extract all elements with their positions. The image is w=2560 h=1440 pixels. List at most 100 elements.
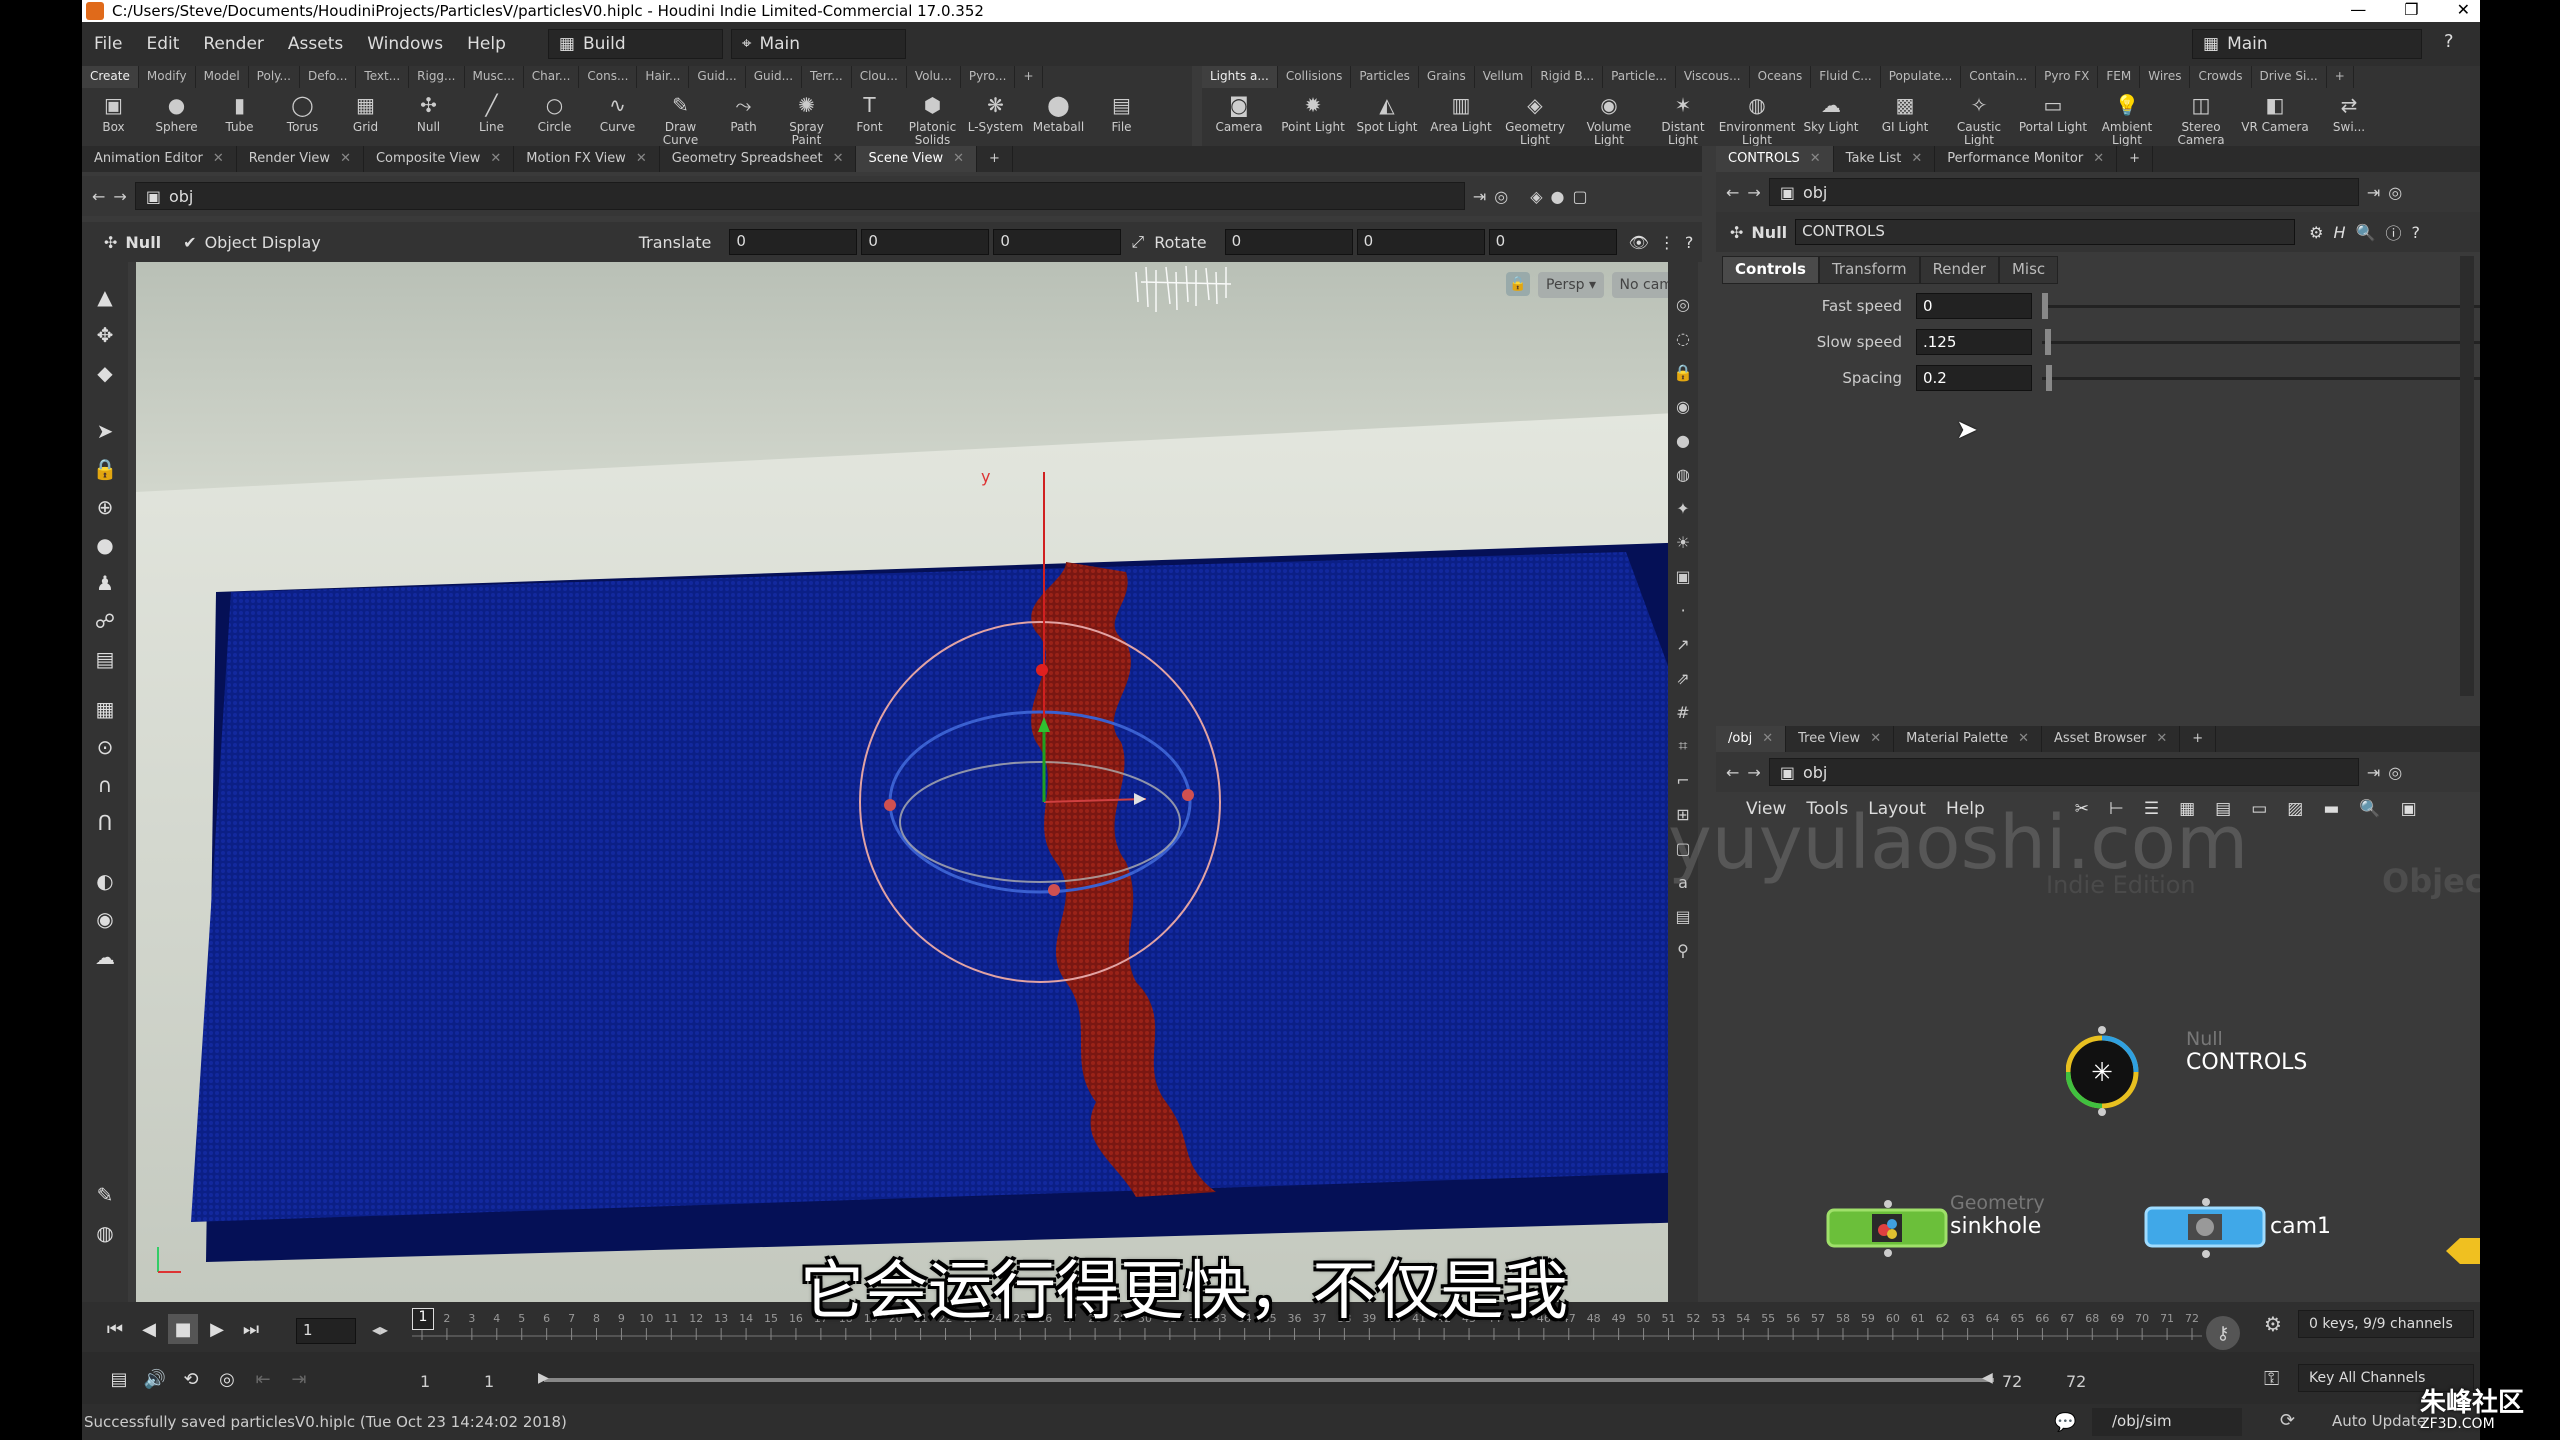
shelf-right-tab[interactable]: Pyro FX [2036,66,2099,88]
param-pane-tab-close-icon[interactable]: ✕ [2093,151,2104,167]
playhead[interactable]: 1 [412,1308,434,1330]
shelf-right-tab[interactable]: Viscous... [1675,66,1750,88]
left-pane-tab[interactable]: Scene View ✕ [856,146,978,172]
pin-icon[interactable]: ⇥ [1473,187,1486,206]
ghost-icon[interactable]: ◌ [1671,326,1695,350]
shelf-right-tab[interactable]: Populate... [1880,66,1962,88]
select-icon[interactable]: ▲ [90,282,120,312]
bounds-icon[interactable]: ⌐ [1671,768,1695,792]
shelf-right-tab[interactable]: FEM [2098,66,2141,88]
menu-help[interactable]: Help [455,34,518,54]
param-slider[interactable] [2042,328,2480,355]
shelf-left-tab[interactable]: Char... [523,66,580,88]
menu-assets[interactable]: Assets [276,34,355,54]
shelf-left-tool-path[interactable]: ⤳ Path [712,88,775,146]
globe-icon[interactable]: ◍ [90,1218,120,1248]
shelf-right-tool-distant-light[interactable]: ✶ Distant Light [1646,88,1720,146]
search-icon[interactable]: 🔍 [2359,799,2380,819]
next-key-icon[interactable]: ⇥ [284,1364,314,1394]
shelf-left-tab[interactable]: Text... [356,66,410,88]
network-pane-add-tab-icon[interactable]: + [2180,726,2217,752]
left-pane-tab-close-icon[interactable]: ✕ [833,151,844,167]
shelf-right-add-tab-icon[interactable]: + [2326,66,2354,88]
shelf-right-tab[interactable]: Fluid C... [1811,66,1881,88]
shelf-right-tool-caustic-light[interactable]: ✧ Caustic Light [1942,88,2016,146]
left-pane-tab[interactable]: Geometry Spreadsheet ✕ [660,146,857,172]
shelf-left-tool-circle[interactable]: ○ Circle [523,88,586,146]
snapshot-icon[interactable]: ▣ [2401,799,2417,819]
sticky-note-icon[interactable]: ▭ [2251,799,2267,819]
display-options-icon[interactable]: ◈ [1530,187,1542,206]
view-icon[interactable]: ◐ [90,866,120,896]
pose-icon[interactable]: ♟ [90,568,120,598]
snap-point-icon[interactable]: ⊙ [90,732,120,762]
param-pane-tab[interactable]: CONTROLS ✕ [1716,146,1834,172]
shelf-left-tool-spray-paint[interactable]: ✺ Spray Paint [775,88,838,146]
left-pane-tab[interactable]: Motion FX View ✕ [514,146,660,172]
left-pane-tab-close-icon[interactable]: ✕ [490,151,501,167]
shading-icon[interactable]: ● [1551,187,1565,206]
minimize-button[interactable]: — [2350,0,2366,19]
param-value-field[interactable]: 0 [1916,293,2032,319]
shelf-right-tab[interactable]: Collisions [1277,66,1352,88]
param-slider[interactable] [2042,292,2480,319]
shelf-left-tool-file[interactable]: ▤ File [1090,88,1153,146]
shelf-right-tab[interactable]: Oceans [1749,66,1812,88]
handle-icon[interactable]: ◆ [90,358,120,388]
shelf-left-tool-l-system[interactable]: ❋ L-System [964,88,1027,146]
menu-edit[interactable]: Edit [134,34,191,54]
range-start-handle-icon[interactable]: ▶ [538,1370,549,1386]
shelf-right-tool-volume-light[interactable]: ◉ Volume Light [1572,88,1646,146]
current-frame-field[interactable]: 1 [296,1318,356,1344]
shelf-left-tab[interactable]: Musc... [464,66,524,88]
shelf-left-tool-tube[interactable]: ▮ Tube [208,88,271,146]
range-start-visible-field[interactable]: 1 [484,1372,494,1391]
transform-icon[interactable]: ✥ [90,320,120,350]
restore-button[interactable]: ❐ [2404,0,2418,19]
shelf-left-tool-platonic-solids[interactable]: ⬢ Platonic Solids [901,88,964,146]
rig-icon[interactable]: ☍ [90,606,120,636]
shelf-right-tab[interactable]: Particles [1351,66,1419,88]
rotate-x-field[interactable]: 0 [1224,229,1353,255]
camera-view-icon[interactable]: ◉ [90,904,120,934]
search-icon[interactable]: 🔍 [2356,223,2376,242]
network-pane-tab[interactable]: Material Palette ✕ [1894,726,2042,752]
help-icon[interactable]: ? [2444,31,2454,52]
shelf-right-tool-swi-[interactable]: ⇄ Swi... [2312,88,2386,146]
network-path-field[interactable]: ▣ obj [1768,758,2359,786]
shelf-right-tool-portal-light[interactable]: ▭ Portal Light [2016,88,2090,146]
left-pane-tab[interactable]: Animation Editor ✕ [82,146,237,172]
left-pane-tab[interactable]: Render View ✕ [237,146,364,172]
checkbox-checked-icon[interactable]: ✔ [183,233,196,252]
shelf-right-tool-vr-camera[interactable]: ◧ VR Camera [2238,88,2312,146]
rotate-z-field[interactable]: 0 [1488,229,1617,255]
shelf-left-tool-metaball[interactable]: ⬤ Metaball [1027,88,1090,146]
shelf-left-tab[interactable]: Volu... [906,66,961,88]
network-pane-tab-close-icon[interactable]: ✕ [2156,731,2167,747]
pin-icon[interactable]: ⇥ [2367,763,2380,782]
cam1-node-name[interactable]: cam1 [2270,1214,2331,1239]
snap-magnet-icon[interactable]: Ո [90,808,120,838]
loop-icon[interactable]: ⟲ [176,1364,206,1394]
param-tab-controls[interactable]: Controls [1722,256,1819,284]
network-pane-tab[interactable]: Asset Browser ✕ [2042,726,2181,752]
param-scrollbar[interactable] [2460,256,2474,696]
network-pane-tab-close-icon[interactable]: ✕ [1870,731,1881,747]
pin-view-icon[interactable]: ⚲ [1671,938,1695,962]
param-value-field[interactable]: .125 [1916,329,2032,355]
visibility-icon[interactable]: ◎ [1671,292,1695,316]
param-value-field[interactable]: 0.2 [1916,365,2032,391]
shelf-right-tool-camera[interactable]: ◙ Camera [1202,88,1276,146]
left-pane-tab-close-icon[interactable]: ✕ [213,151,224,167]
param-tab-render[interactable]: Render [1919,256,1999,284]
shelf-right-tool-geometry-light[interactable]: ◈ Geometry Light [1498,88,1572,146]
hda-icon[interactable]: H [2334,223,2346,242]
brush-icon[interactable]: ✎ [90,1180,120,1210]
help-icon[interactable]: ? [2411,223,2420,242]
param-slider-knob[interactable] [2044,328,2051,355]
shelf-left-tool-line[interactable]: ╱ Line [460,88,523,146]
pin-icon[interactable]: ⇥ [2367,183,2380,202]
param-pane-tab-close-icon[interactable]: ✕ [1911,151,1922,167]
shelf-left-tab[interactable]: Terr... [802,66,852,88]
translate-y-field[interactable]: 0 [861,229,990,255]
